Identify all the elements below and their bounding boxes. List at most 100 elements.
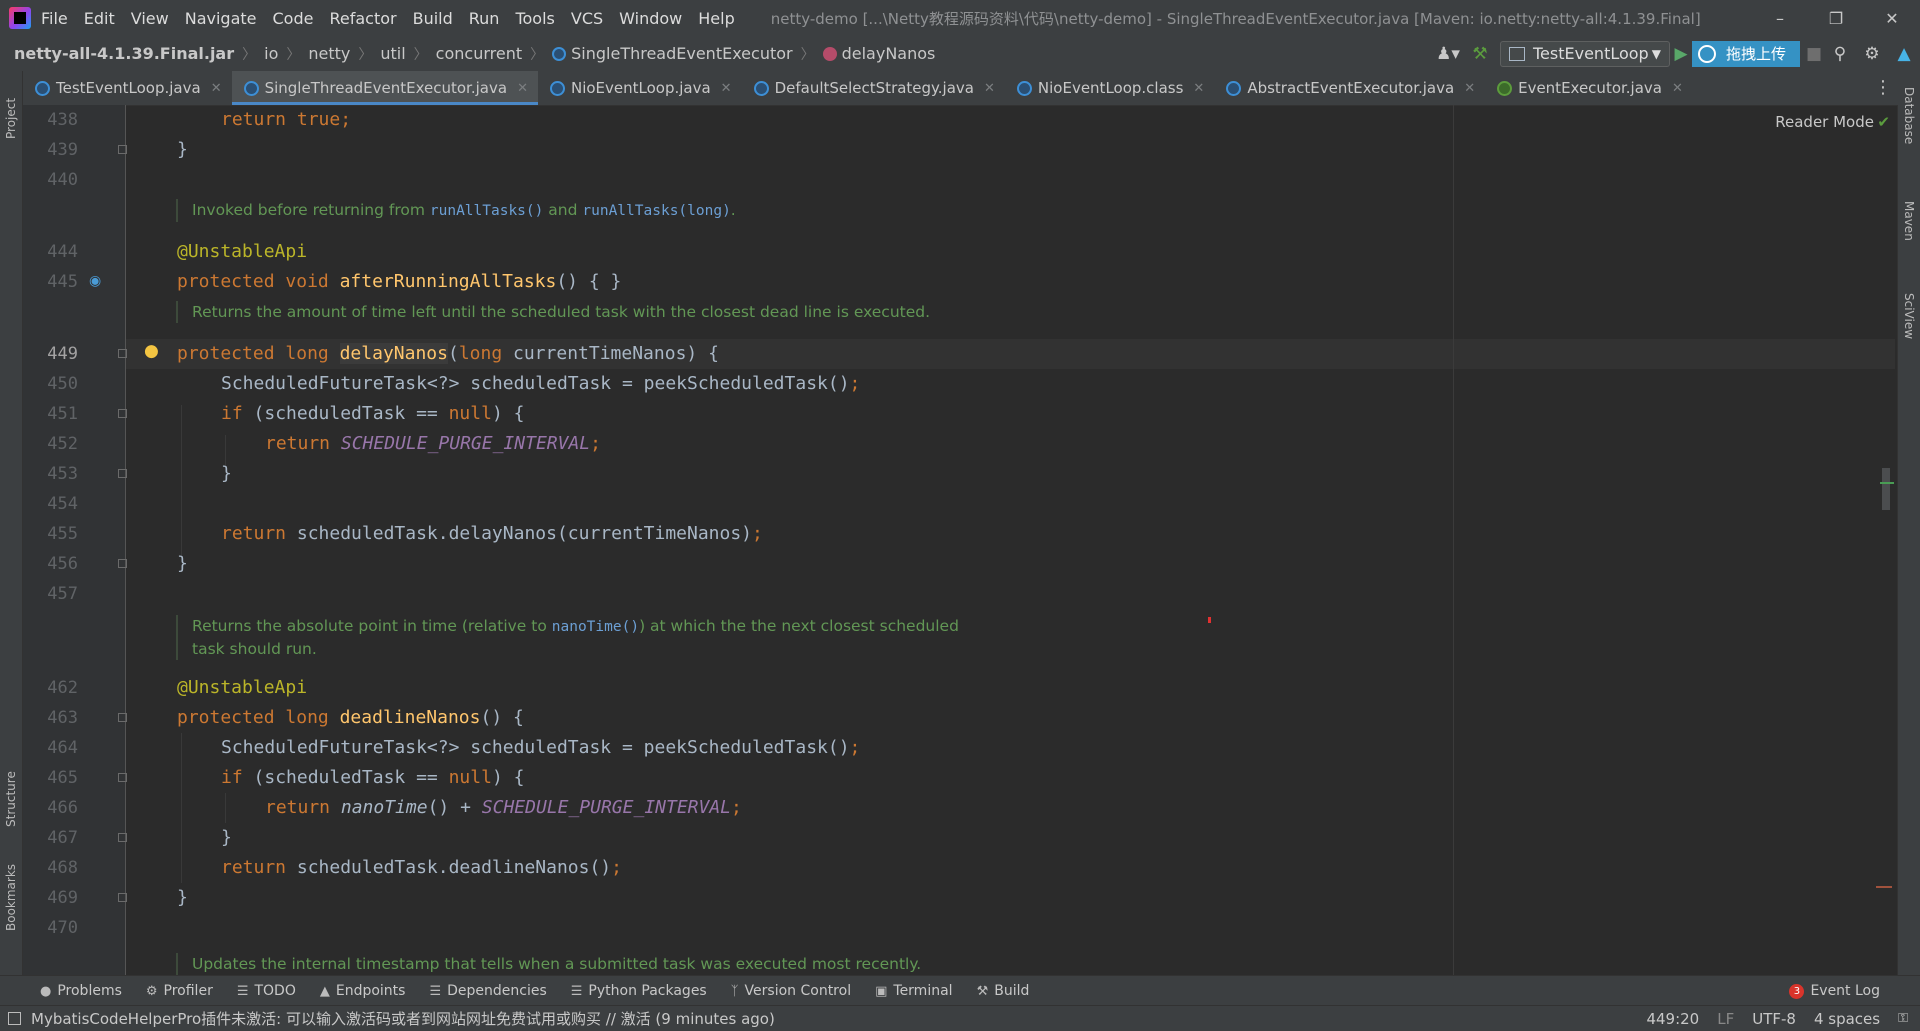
search-icon[interactable]: ⚲ (1824, 38, 1856, 70)
class-icon (243, 80, 259, 96)
status-bar: MybatisCodeHelperPro插件未激活: 可以输入激活码或者到网站网… (0, 1005, 1920, 1031)
close-window-button[interactable]: ✕ (1864, 0, 1920, 36)
tab-nioeventloop-class[interactable]: NioEventLoop.class ✕ (1005, 71, 1214, 105)
menu-navigate[interactable]: Navigate (185, 9, 257, 28)
line-separator[interactable]: LF (1717, 1010, 1734, 1028)
python-packages-tool-button[interactable]: ☰ Python Packages (571, 983, 707, 999)
terminal-tool-button[interactable]: ▣ Terminal (875, 983, 952, 999)
reader-mode-button[interactable]: Reader Mode (1775, 113, 1874, 131)
tab-abstracteventexecutor[interactable]: AbstractEventExecutor.java ✕ (1214, 71, 1485, 105)
status-toggle-icon[interactable] (8, 1012, 21, 1025)
breadcrumb-netty[interactable]: netty (308, 44, 350, 63)
menu-build[interactable]: Build (413, 9, 453, 28)
menu-vcs[interactable]: VCS (571, 9, 603, 28)
todo-icon: ☰ (236, 983, 249, 999)
status-message[interactable]: MybatisCodeHelperPro插件未激活: 可以输入激活码或者到网站网… (31, 1008, 775, 1029)
close-icon[interactable]: ✕ (211, 81, 222, 96)
breadcrumb-util[interactable]: util (380, 44, 405, 63)
more-tabs-icon[interactable]: ⋮ (1874, 77, 1892, 98)
tab-eventexecutor[interactable]: EventExecutor.java ✕ (1485, 71, 1693, 105)
profiler-tool-button[interactable]: ⚙ Profiler (146, 983, 213, 999)
version-control-tool-button[interactable]: ᛉ Version Control (731, 983, 851, 999)
menu-view[interactable]: View (131, 9, 169, 28)
tab-singlethreadeventexecutor[interactable]: SingleThreadEventExecutor.java ✕ (231, 71, 539, 105)
bookmarks-tool-button[interactable]: Bookmarks (4, 864, 18, 931)
code-line: @UnstableApi (177, 241, 308, 262)
sciview-tool-button[interactable]: SciView (1902, 293, 1916, 339)
minimize-button[interactable]: – (1752, 0, 1808, 36)
maven-tool-button[interactable]: Maven (1902, 201, 1916, 241)
check-icon: ✔ (1877, 113, 1890, 131)
close-icon[interactable]: ✕ (1193, 81, 1204, 96)
stop-icon[interactable]: ■ (1804, 38, 1824, 70)
todo-tool-button[interactable]: ☰ TODO (237, 983, 296, 999)
database-tool-button[interactable]: Database (1902, 87, 1916, 144)
tool-label: TODO (254, 983, 296, 999)
tool-label: Problems (57, 983, 122, 999)
terminal-icon: ▣ (875, 983, 888, 999)
endpoints-tool-button[interactable]: ▲ Endpoints (320, 983, 406, 999)
override-marker-icon[interactable]: ◉ (89, 273, 101, 289)
navigation-bar: netty-all-4.1.39.Final.jar 〉 io 〉 netty … (0, 36, 1920, 72)
file-encoding[interactable]: UTF-8 (1752, 1010, 1796, 1028)
breadcrumb-jar[interactable]: netty-all-4.1.39.Final.jar (14, 44, 234, 63)
menu-help[interactable]: Help (698, 9, 734, 28)
project-tool-button[interactable]: Project (4, 98, 18, 139)
problems-tool-button[interactable]: ● Problems (40, 983, 122, 999)
tool-label: Dependencies (447, 983, 547, 999)
caret-position[interactable]: 449:20 (1646, 1010, 1699, 1028)
close-icon[interactable]: ✕ (1464, 81, 1475, 96)
menu-code[interactable]: Code (273, 9, 314, 28)
build-tool-button[interactable]: ⚒ Build (977, 983, 1030, 999)
menu-run[interactable]: Run (469, 9, 500, 28)
close-icon[interactable]: ✕ (984, 81, 995, 96)
line-number: 444 (47, 242, 78, 262)
close-icon[interactable]: ✕ (721, 81, 732, 96)
code-editor[interactable]: return true; } Invoked before returning … (126, 105, 1453, 975)
scrollbar-thumb[interactable] (1882, 468, 1890, 510)
restore-button[interactable]: ❐ (1808, 0, 1864, 36)
indent-setting[interactable]: 4 spaces (1814, 1010, 1880, 1028)
run-config-select[interactable]: TestEventLoop ▼ (1500, 40, 1670, 67)
breadcrumb-concurrent[interactable]: concurrent (436, 44, 522, 63)
line-number: 438 (47, 110, 78, 130)
menu-file[interactable]: File (41, 9, 68, 28)
menu-window[interactable]: Window (619, 9, 682, 28)
breadcrumb-class[interactable]: SingleThreadEventExecutor (552, 44, 793, 63)
close-icon[interactable]: ✕ (517, 81, 528, 96)
indent-guide (181, 733, 182, 883)
menu-edit[interactable]: Edit (84, 9, 115, 28)
lock-icon[interactable]: ⚿ (1898, 1011, 1908, 1026)
tab-label: AbstractEventExecutor.java (1247, 79, 1455, 97)
code-line: @UnstableApi (177, 677, 308, 698)
breadcrumb-method[interactable]: delayNanos (822, 44, 935, 63)
indent-guide (181, 405, 182, 555)
gear-icon[interactable]: ⚙ (1856, 38, 1888, 70)
tab-defaultselectstrategy[interactable]: DefaultSelectStrategy.java ✕ (742, 71, 1005, 105)
class-icon (1226, 80, 1242, 96)
tool-label: Python Packages (588, 983, 707, 999)
dependencies-tool-button[interactable]: ☰ Dependencies (429, 983, 546, 999)
breadcrumb-separator: 〉 (413, 46, 428, 63)
breadcrumb-jar-label: netty-all-4.1.39.Final.jar (14, 44, 235, 63)
code-line: return scheduledTask.deadlineNanos(); (221, 857, 622, 878)
build-hammer-icon[interactable]: ⚒ (1464, 38, 1496, 70)
profiler-icon: ⚙ (145, 983, 158, 999)
breadcrumb-io[interactable]: io (264, 44, 278, 63)
upload-button[interactable]: 拖拽上传 (1692, 40, 1800, 67)
tab-testeventloop[interactable]: TestEventLoop.java ✕ (23, 71, 232, 105)
javadoc-block: Returns the absolute point in time (rela… (176, 615, 959, 660)
breadcrumb-separator: 〉 (358, 46, 373, 63)
menubar: File Edit View Navigate Code Refactor Bu… (0, 0, 1920, 36)
close-icon[interactable]: ✕ (1672, 81, 1683, 96)
menu-refactor[interactable]: Refactor (329, 9, 396, 28)
line-number: 455 (47, 524, 78, 544)
menu-tools[interactable]: Tools (515, 9, 554, 28)
plugin-icon[interactable]: ▲ (1888, 38, 1920, 70)
run-icon[interactable]: ▶ (1674, 38, 1688, 70)
user-icon[interactable]: ♟▾ (1432, 38, 1464, 70)
event-log-button[interactable]: 3 Event Log (1789, 976, 1880, 1006)
structure-tool-button[interactable]: Structure (4, 771, 18, 827)
line-number: 457 (47, 584, 78, 604)
tab-nioeventloop[interactable]: NioEventLoop.java ✕ (538, 71, 742, 105)
